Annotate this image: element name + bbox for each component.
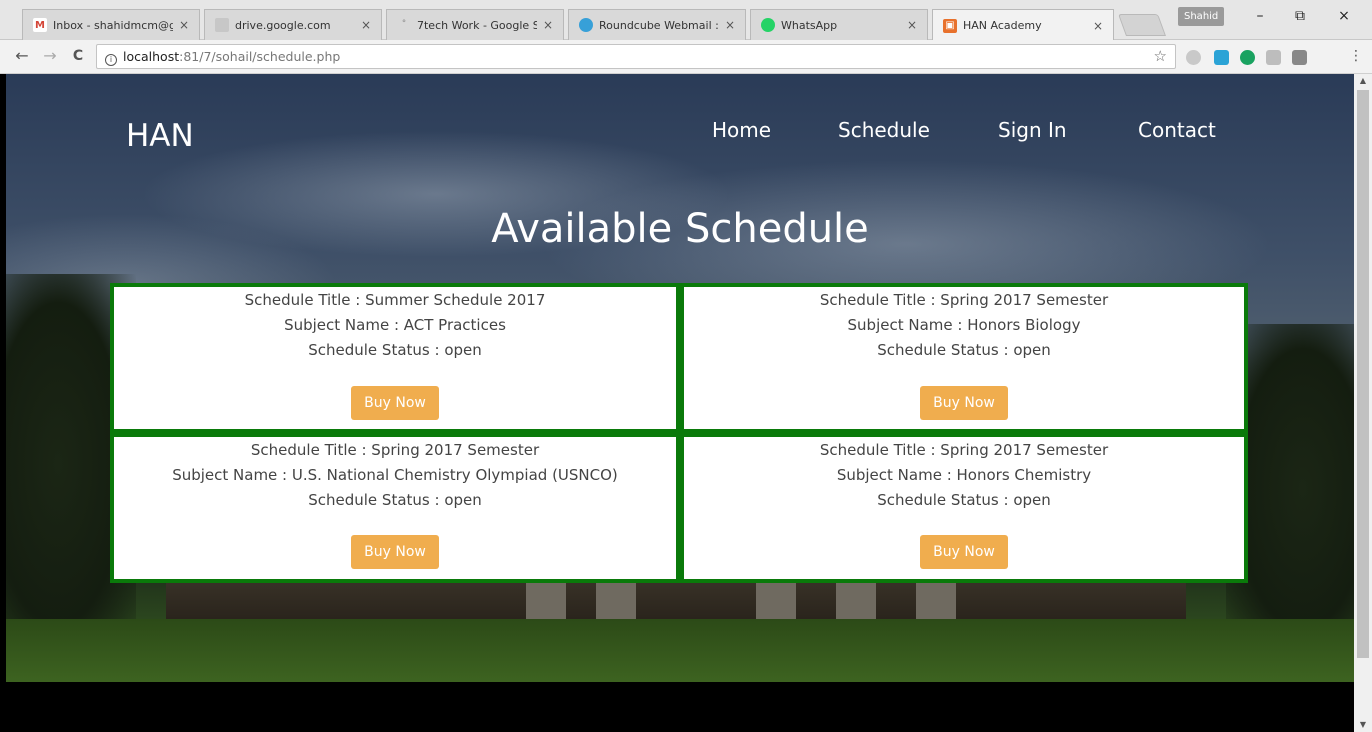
- han-favicon: ▣: [943, 18, 957, 33]
- close-tab-icon[interactable]: ×: [907, 18, 919, 32]
- tab-inbox[interactable]: M Inbox - shahidmcm@g ×: [22, 9, 200, 40]
- schedule-title: Schedule Title : Spring 2017 Semester: [819, 291, 1109, 309]
- close-tab-icon[interactable]: ×: [1093, 19, 1105, 33]
- close-tab-icon[interactable]: ×: [543, 18, 555, 32]
- camera-icon[interactable]: [1266, 50, 1281, 65]
- tab-drive[interactable]: drive.google.com ×: [204, 9, 382, 40]
- background-column: [756, 579, 796, 619]
- subject-name: Subject Name : Honors Chemistry: [836, 466, 1092, 484]
- background-column: [916, 579, 956, 619]
- info-icon[interactable]: i: [105, 54, 117, 66]
- scrollbar-thumb[interactable]: [1357, 90, 1369, 658]
- web-page: HAN Home Schedule Sign In Contact Availa…: [6, 74, 1354, 732]
- whatsapp-icon: [761, 18, 775, 32]
- extension-badge-icon[interactable]: [1214, 50, 1229, 65]
- drive-icon: [215, 18, 229, 32]
- restore-button[interactable]: ⧉: [1290, 8, 1310, 24]
- reload-button[interactable]: C: [68, 48, 88, 64]
- schedule-card: Schedule Title : Summer Schedule 2017 Su…: [110, 283, 680, 433]
- profile-badge[interactable]: Shahid: [1178, 7, 1225, 26]
- subject-name: Subject Name : ACT Practices: [284, 316, 506, 334]
- tab-label: 7tech Work - Google S: [417, 18, 537, 32]
- schedule-card: Schedule Title : Spring 2017 Semester Su…: [110, 433, 680, 583]
- site-brand[interactable]: HAN: [126, 118, 194, 154]
- buy-now-button[interactable]: Buy Now: [351, 535, 439, 569]
- background-column: [526, 579, 566, 619]
- background-column: [596, 579, 636, 619]
- menu-icon[interactable]: ⋮: [1346, 48, 1366, 64]
- sheets-icon: ˚: [401, 19, 407, 31]
- browser-chrome: M Inbox - shahidmcm@g × drive.google.com…: [0, 0, 1372, 74]
- bookmark-star-icon[interactable]: ☆: [1154, 45, 1167, 68]
- tab-label: Roundcube Webmail ::: [599, 18, 719, 32]
- buy-now-button[interactable]: Buy Now: [351, 386, 439, 420]
- roundcube-icon: [579, 18, 593, 32]
- new-tab-button[interactable]: [1117, 14, 1167, 36]
- back-button[interactable]: ←: [12, 46, 32, 65]
- schedule-status: Schedule Status : open: [308, 491, 482, 509]
- drive-extension-icon[interactable]: [1186, 50, 1201, 65]
- tab-label: Inbox - shahidmcm@g: [53, 18, 173, 32]
- address-bar[interactable]: i localhost:81/7/sohail/schedule.php ☆: [96, 44, 1176, 69]
- schedule-title: Schedule Title : Summer Schedule 2017: [244, 291, 546, 309]
- tab-7tech[interactable]: ˚ 7tech Work - Google S ×: [386, 9, 564, 40]
- schedule-status: Schedule Status : open: [877, 341, 1051, 359]
- forward-button[interactable]: →: [40, 46, 60, 65]
- schedule-card: Schedule Title : Spring 2017 Semester Su…: [680, 283, 1248, 433]
- page-title: Available Schedule: [491, 206, 869, 252]
- browser-toolbar: ← → C i localhost:81/7/sohail/schedule.ph…: [0, 40, 1372, 74]
- tab-han-academy[interactable]: ▣ HAN Academy ×: [932, 9, 1114, 41]
- minimize-button[interactable]: –: [1250, 8, 1270, 24]
- nav-schedule[interactable]: Schedule: [838, 118, 930, 142]
- tab-label: drive.google.com: [235, 18, 331, 32]
- tab-strip: M Inbox - shahidmcm@g × drive.google.com…: [0, 0, 1372, 41]
- schedule-status: Schedule Status : open: [877, 491, 1051, 509]
- subject-name: Subject Name : U.S. National Chemistry O…: [172, 466, 618, 484]
- gmail-icon: M: [33, 18, 47, 32]
- tab-label: HAN Academy: [963, 19, 1042, 32]
- tab-whatsapp[interactable]: WhatsApp ×: [750, 9, 928, 40]
- close-tab-icon[interactable]: ×: [179, 18, 191, 32]
- nav-sign-in[interactable]: Sign In: [998, 118, 1067, 142]
- nav-contact[interactable]: Contact: [1138, 118, 1216, 142]
- close-tab-icon[interactable]: ×: [725, 18, 737, 32]
- schedule-card: Schedule Title : Spring 2017 Semester Su…: [680, 433, 1248, 583]
- close-tab-icon[interactable]: ×: [361, 18, 373, 32]
- buy-now-button[interactable]: Buy Now: [920, 535, 1008, 569]
- schedule-title: Schedule Title : Spring 2017 Semester: [250, 441, 540, 459]
- close-window-button[interactable]: ×: [1334, 8, 1354, 24]
- grammarly-icon[interactable]: [1240, 50, 1255, 65]
- tab-label: WhatsApp: [781, 18, 838, 32]
- scroll-up-icon[interactable]: ▲: [1354, 76, 1372, 85]
- scroll-down-icon[interactable]: ▼: [1354, 720, 1372, 729]
- page-footer: [6, 682, 1354, 732]
- page-scrollbar[interactable]: ▲ ▼: [1354, 74, 1372, 732]
- buy-now-button[interactable]: Buy Now: [920, 386, 1008, 420]
- tab-roundcube[interactable]: Roundcube Webmail :: ×: [568, 9, 746, 40]
- nav-home[interactable]: Home: [712, 118, 771, 142]
- hero-background: HAN Home Schedule Sign In Contact Availa…: [6, 74, 1354, 682]
- background-column: [836, 579, 876, 619]
- url-path: :81/7/sohail/schedule.php: [179, 49, 341, 64]
- background-lawn: [6, 619, 1354, 682]
- schedule-status: Schedule Status : open: [308, 341, 482, 359]
- eyedropper-icon[interactable]: [1292, 50, 1307, 65]
- subject-name: Subject Name : Honors Biology: [847, 316, 1081, 334]
- schedule-title: Schedule Title : Spring 2017 Semester: [819, 441, 1109, 459]
- url-host: localhost: [123, 49, 180, 64]
